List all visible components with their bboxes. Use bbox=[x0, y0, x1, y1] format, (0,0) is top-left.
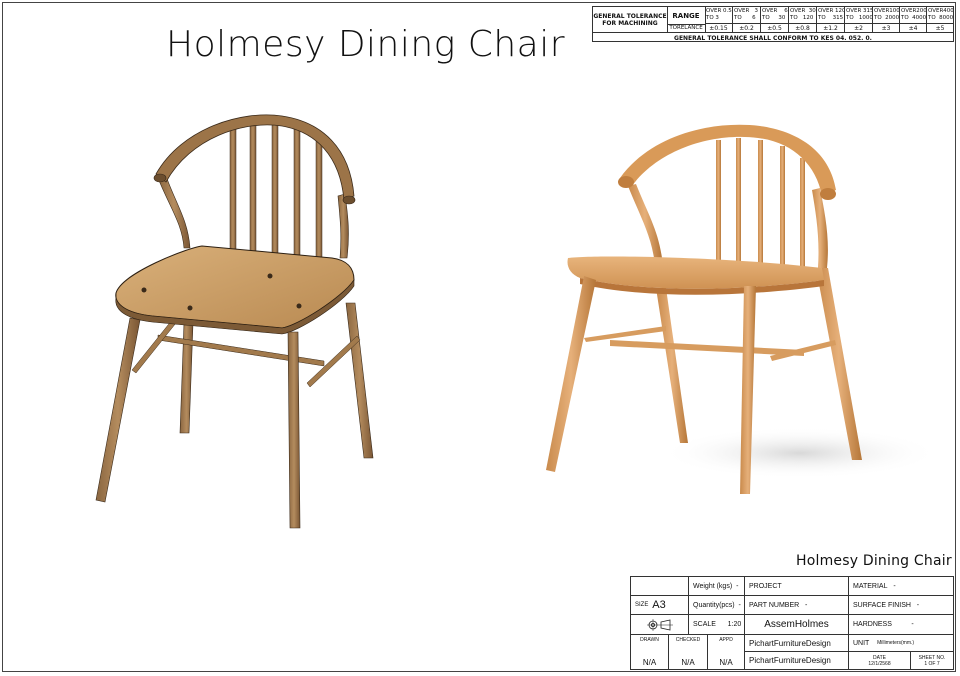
range-cell: OVER 30 TO 120 bbox=[789, 7, 817, 24]
tolerance-header: TORELANCE bbox=[667, 24, 706, 32]
tolerance-table: GENERAL TOLERANCE FOR MACHINING RANGE TO… bbox=[592, 6, 954, 42]
material-value: - bbox=[893, 582, 896, 590]
tolerance-cell: ±1.2 bbox=[817, 24, 845, 32]
designer-name: AssemHolmes bbox=[745, 615, 849, 635]
scale-label: SCALE bbox=[693, 621, 716, 628]
quantity-cell: Quantity(pcs) - bbox=[689, 596, 745, 615]
unit-label: UNIT bbox=[853, 639, 870, 647]
drawn-value: N/A bbox=[642, 658, 657, 667]
part-number-value: - bbox=[805, 601, 808, 609]
range-cell: OVER1000 TO 2000 bbox=[873, 7, 900, 24]
company-name-2: PichartFurnitureDesign bbox=[745, 652, 849, 669]
part-number-label: PART NUMBER bbox=[749, 601, 800, 609]
checked-cell: CHECKED N/A bbox=[669, 635, 708, 669]
date-value: 12/1/2568 bbox=[868, 660, 891, 667]
tolerance-cell: ±2 bbox=[845, 24, 873, 32]
sheet-value: 1 OF 7 bbox=[924, 660, 940, 667]
range-cell: OVER 3 TO 6 bbox=[733, 7, 761, 24]
hardness-value: - bbox=[911, 621, 914, 628]
range-header: RANGE bbox=[667, 7, 706, 25]
quantity-label: Quantity(pcs) bbox=[693, 601, 735, 609]
chair-photo bbox=[546, 124, 940, 494]
title-block: Weight (kgs) - PROJECT MATERIAL - SIZE A… bbox=[630, 576, 954, 670]
range-cell: OVER2000 TO 4000 bbox=[900, 7, 927, 24]
appd-value: N/A bbox=[719, 658, 733, 667]
tolerance-cell: ±0.8 bbox=[789, 24, 817, 32]
drawn-cell: DRAWN N/A bbox=[631, 635, 669, 669]
scale-cell: SCALE 1:20 bbox=[689, 615, 745, 635]
tolerance-cell: ±3 bbox=[873, 24, 900, 32]
size-label: SIZE bbox=[635, 602, 649, 608]
scale-value: 1:20 bbox=[727, 621, 742, 628]
surface-finish-label: SURFACE FINISH bbox=[853, 601, 911, 609]
range-cell: OVER 0.5 TO 3 bbox=[705, 7, 733, 24]
appd-label: APPD bbox=[719, 637, 733, 643]
size-value: A3 bbox=[652, 599, 666, 611]
checked-value: N/A bbox=[681, 658, 695, 667]
unit-value: Millimeters(mm.) bbox=[877, 640, 915, 646]
tolerance-cell: ±0.15 bbox=[705, 24, 733, 32]
material-label: MATERIAL bbox=[853, 582, 888, 590]
blank-cell bbox=[631, 577, 689, 596]
title-block-heading: Holmesy Dining Chair bbox=[796, 553, 952, 569]
range-cell: OVER4000 TO 8000 bbox=[927, 7, 953, 24]
tolerance-cell: ±0.5 bbox=[761, 24, 789, 32]
hardness-cell: HARDNESS - bbox=[849, 615, 953, 635]
projection-symbol-cell bbox=[631, 615, 689, 635]
sheet-cell: SHEET NO. 1 OF 7 bbox=[911, 652, 953, 669]
chair-cad-render bbox=[95, 114, 374, 529]
range-cell: OVER 6 TO 30 bbox=[761, 7, 789, 24]
project-label: PROJECT bbox=[745, 577, 849, 596]
hardness-label: HARDNESS bbox=[853, 621, 892, 628]
appd-cell: APPD N/A bbox=[708, 635, 745, 669]
weight-label: Weight (kgs) bbox=[693, 582, 733, 590]
surface-finish-cell: SURFACE FINISH - bbox=[849, 596, 953, 615]
tolerance-note: GENERAL TOLERANCE SHALL CONFORM TO KES 0… bbox=[593, 32, 953, 43]
tolerance-cell: ±5 bbox=[935, 24, 945, 32]
range-cell: OVER 120 TO 315 bbox=[817, 7, 845, 24]
range-cell: OVER 315 TO 1000 bbox=[845, 7, 873, 24]
part-number-cell: PART NUMBER - bbox=[745, 596, 849, 615]
unit-cell: UNIT Millimeters(mm.) bbox=[849, 635, 953, 652]
drawn-label: DRAWN bbox=[640, 637, 659, 643]
third-angle-projection-icon bbox=[646, 618, 673, 631]
tolerance-label: GENERAL TOLERANCE FOR MACHINING bbox=[593, 7, 668, 32]
tolerance-cell: ±4 bbox=[900, 24, 927, 32]
tolerance-cell: ±0.2 bbox=[733, 24, 761, 32]
surface-finish-value: - bbox=[916, 601, 920, 609]
weight-value: - bbox=[736, 582, 739, 590]
weight-cell: Weight (kgs) - bbox=[689, 577, 745, 596]
drawing-title: Holmesy Dining Chair bbox=[166, 24, 566, 65]
quantity-value: - bbox=[738, 601, 741, 609]
date-cell: DATE 12/1/2568 bbox=[849, 652, 911, 669]
material-cell: MATERIAL - bbox=[849, 577, 953, 596]
checked-label: CHECKED bbox=[675, 637, 701, 643]
company-name-1: PichartFurnitureDesign bbox=[745, 635, 849, 652]
size-cell: SIZE A3 bbox=[631, 596, 689, 615]
